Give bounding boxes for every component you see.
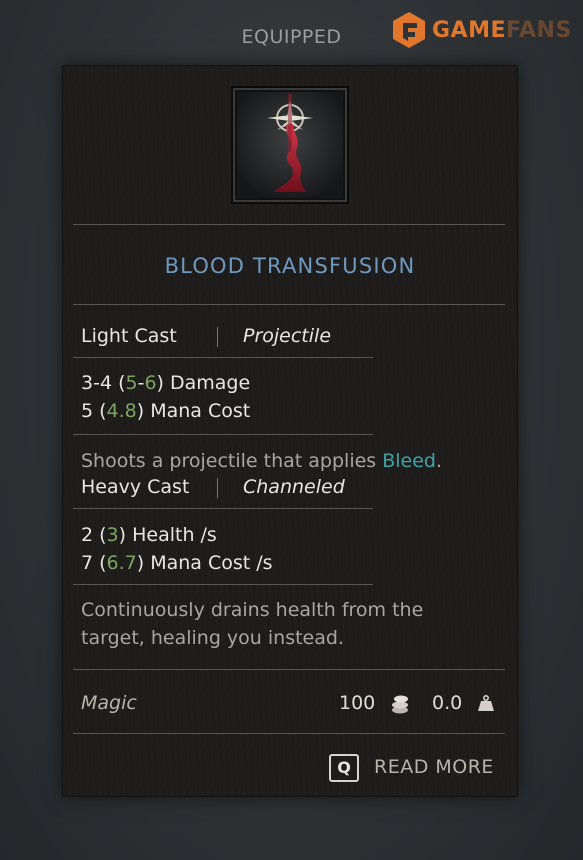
gamefans-logo-icon <box>393 12 425 48</box>
light-cast-damage: 3-4 (5-6) Damage <box>81 372 251 394</box>
divider-pipe <box>217 327 218 347</box>
item-title: BLOOD TRANSFUSION <box>164 254 416 278</box>
gamefans-watermark: GAMEFANS <box>392 10 572 50</box>
weight-icon <box>478 694 494 711</box>
spell-icon-frame <box>231 86 349 204</box>
divider <box>73 224 505 225</box>
light-cast-type: Projectile <box>243 325 332 347</box>
blood-transfusion-spell-icon <box>237 92 343 198</box>
watermark-brand: GAMEFANS <box>432 17 572 43</box>
bleed-keyword: Bleed <box>382 450 436 472</box>
heavy-cast-description-line1: Continuously drains health from the <box>81 599 424 621</box>
light-cast-description: Shoots a projectile that applies Bleed. <box>81 450 443 472</box>
heavy-cast-type: Channeled <box>243 476 345 498</box>
light-cast-mana-cost: 5 (4.8) Mana Cost <box>81 400 251 422</box>
divider <box>73 304 505 305</box>
divider <box>73 508 373 509</box>
coin-stack-icon <box>392 695 408 714</box>
heavy-cast-health: 2 (3) Health /s <box>81 524 217 546</box>
divider <box>73 434 373 435</box>
heavy-cast-mana-cost: 7 (6.7) Mana Cost /s <box>81 552 273 574</box>
read-more-button[interactable]: READ MORE <box>374 756 494 778</box>
item-tooltip-card: BLOOD TRANSFUSION Light Cast Projectile … <box>63 66 517 796</box>
divider <box>73 733 505 734</box>
divider <box>73 669 505 670</box>
item-category: Magic <box>81 692 137 714</box>
heavy-cast-description-line2: target, healing you instead. <box>81 627 344 649</box>
light-cast-label: Light Cast <box>81 325 177 347</box>
item-value: 100 <box>339 692 376 714</box>
item-weight: 0.0 <box>432 692 463 714</box>
divider <box>73 584 373 585</box>
divider <box>73 357 373 358</box>
divider-pipe <box>217 478 218 498</box>
heavy-cast-label: Heavy Cast <box>81 476 190 498</box>
read-more-key-hint[interactable]: Q <box>329 754 359 782</box>
